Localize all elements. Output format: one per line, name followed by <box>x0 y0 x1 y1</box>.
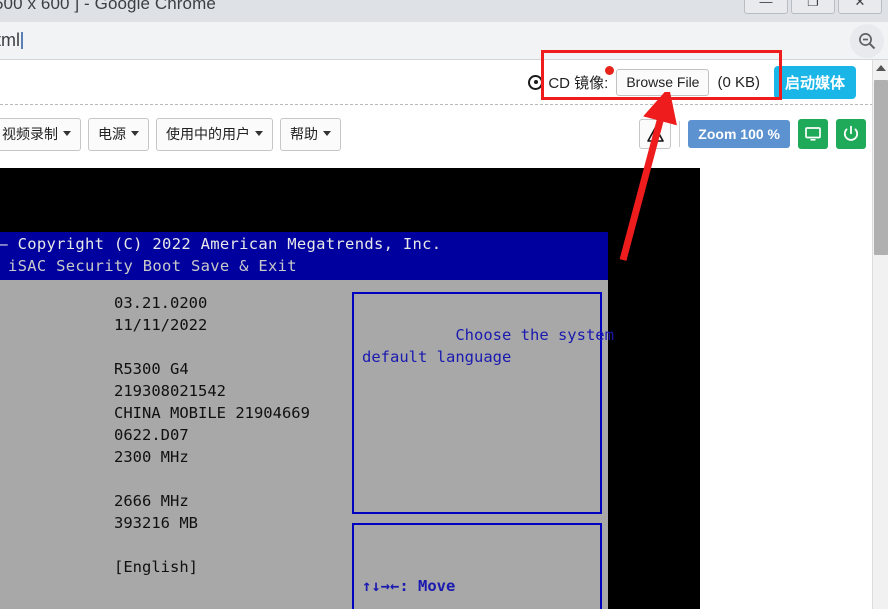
zoom-out-icon[interactable] <box>850 24 884 58</box>
browse-file-button[interactable]: Browse File <box>616 68 710 96</box>
console-toolbar: 视频录制 电源 使用中的用户 帮助 Zoom 100 % <box>0 112 888 156</box>
bios-row-value: 0622.D07 <box>114 426 189 444</box>
bios-help-text: Choose the system default language <box>362 326 614 366</box>
bios-key-legend: ↑↓→←: Move Enter: Select +/-: Change Opt… <box>352 523 602 609</box>
browser-toolbar: tml <box>0 22 888 60</box>
file-size-text: (0 KB) <box>717 73 760 91</box>
bios-row: CHINA MOBILE 21904669 <box>0 402 352 424</box>
toolbar-action-group: Zoom 100 % <box>639 112 866 156</box>
chevron-down-icon <box>63 131 71 136</box>
text-caret <box>21 32 23 49</box>
bios-row-key: e <box>0 556 114 578</box>
bios-row-value: CHINA MOBILE 21904669 <box>114 404 310 422</box>
toolbar-menu-group: 视频录制 电源 使用中的用户 帮助 <box>0 117 341 151</box>
bios-row-key <box>0 402 114 424</box>
bios-row-value: 03.21.0200 <box>114 294 208 312</box>
bios-header: p Utility – Copyright (C) 2022 American … <box>0 232 608 280</box>
menu-power[interactable]: 电源 <box>88 117 149 151</box>
bios-row-key: Speed <box>0 490 114 512</box>
section-divider <box>0 104 888 105</box>
bios-row-key: eed <box>0 446 114 468</box>
bios-row-key <box>0 512 114 534</box>
address-bar-text[interactable]: tml <box>0 30 20 51</box>
warning-button[interactable] <box>639 119 672 149</box>
bios-row-key <box>0 380 114 402</box>
menu-help-label: 帮助 <box>290 125 318 142</box>
window-title: 600 x 600 ] - Google Chrome <box>0 0 216 13</box>
bios-row: eed 2300 MHz <box>0 446 352 468</box>
bios-row-value: 219308021542 <box>114 382 226 400</box>
toolbar-divider <box>679 121 681 147</box>
minimize-button[interactable]: — <box>744 0 788 14</box>
key-legend-move: ↑↓→←: Move <box>362 577 456 595</box>
window-controls: — ❐ ✕ <box>741 0 882 14</box>
bios-menu-bar[interactable]: d Platform iSAC Security Boot Save & Exi… <box>0 255 608 277</box>
warning-triangle-icon <box>646 126 664 142</box>
bios-info-list: 03.21.0200 11/11/2022 R5300 G4 219308021… <box>0 292 352 578</box>
power-button[interactable] <box>836 119 866 149</box>
close-button[interactable]: ✕ <box>838 0 882 14</box>
power-icon <box>843 125 859 141</box>
maximize-button[interactable]: ❐ <box>791 0 835 14</box>
page-content: CD 镜像: Browse File (0 KB) 启动媒体 视频录制 电源 使… <box>0 60 888 609</box>
cd-disc-icon <box>528 74 544 90</box>
page-scrollbar[interactable] <box>872 60 888 609</box>
monitor-button[interactable] <box>798 119 828 149</box>
bios-row-key <box>0 424 114 446</box>
cd-image-label: CD 镜像: <box>548 74 609 92</box>
bios-row: 0622.D07 <box>0 424 352 446</box>
bios-row: 393216 MB <box>0 512 352 534</box>
bios-row: 11/11/2022 <box>0 314 352 336</box>
annotation-click-dot <box>605 66 614 75</box>
bios-row: 03.21.0200 <box>0 292 352 314</box>
minimize-icon: — <box>759 0 773 9</box>
bios-row-value: 2666 MHz <box>114 492 189 510</box>
bios-row-spacer <box>0 534 352 556</box>
bios-row-value: 11/11/2022 <box>114 316 208 334</box>
menu-help[interactable]: 帮助 <box>280 117 341 151</box>
chevron-down-icon <box>131 131 139 136</box>
bios-help-panel: Choose the system default language <box>352 292 614 514</box>
bios-row-language[interactable]: e [English] <box>0 556 352 578</box>
bios-row-value: R5300 G4 <box>114 360 189 378</box>
monitor-icon <box>805 127 821 141</box>
bios-row-spacer <box>0 336 352 358</box>
bios-body: 03.21.0200 11/11/2022 R5300 G4 219308021… <box>0 280 614 609</box>
bios-row-value: 2300 MHz <box>114 448 189 466</box>
bios-row-key <box>0 358 114 380</box>
menu-active-users-label: 使用中的用户 <box>166 125 250 142</box>
launch-media-button[interactable]: 启动媒体 <box>773 65 856 99</box>
maximize-icon: ❐ <box>807 0 819 9</box>
bios-row-key <box>0 292 114 314</box>
bios-row-value: 393216 MB <box>114 514 198 532</box>
menu-video-record-label: 视频录制 <box>2 125 58 142</box>
bios-setup-screen: p Utility – Copyright (C) 2022 American … <box>0 232 614 609</box>
bios-row: Speed 2666 MHz <box>0 490 352 512</box>
bios-row: R5300 G4 <box>0 358 352 380</box>
bios-row: 219308021542 <box>0 380 352 402</box>
scrollbar-thumb[interactable] <box>874 80 888 255</box>
menu-video-record[interactable]: 视频录制 <box>0 117 81 151</box>
menu-active-users[interactable]: 使用中的用户 <box>156 117 273 151</box>
chevron-down-icon <box>255 131 263 136</box>
zoom-level-button[interactable]: Zoom 100 % <box>688 120 790 148</box>
scroll-up-icon[interactable] <box>876 65 886 71</box>
virtual-media-row: CD 镜像: Browse File (0 KB) 启动媒体 <box>0 60 888 104</box>
menu-power-label: 电源 <box>98 125 126 142</box>
chevron-down-icon <box>323 131 331 136</box>
bios-row-value: [English] <box>114 558 198 576</box>
bios-row-spacer <box>0 468 352 490</box>
bios-title: p Utility – Copyright (C) 2022 American … <box>0 235 442 253</box>
bios-row-key <box>0 314 114 336</box>
remote-console-viewport[interactable]: p Utility – Copyright (C) 2022 American … <box>0 168 700 609</box>
close-icon: ✕ <box>854 0 866 9</box>
